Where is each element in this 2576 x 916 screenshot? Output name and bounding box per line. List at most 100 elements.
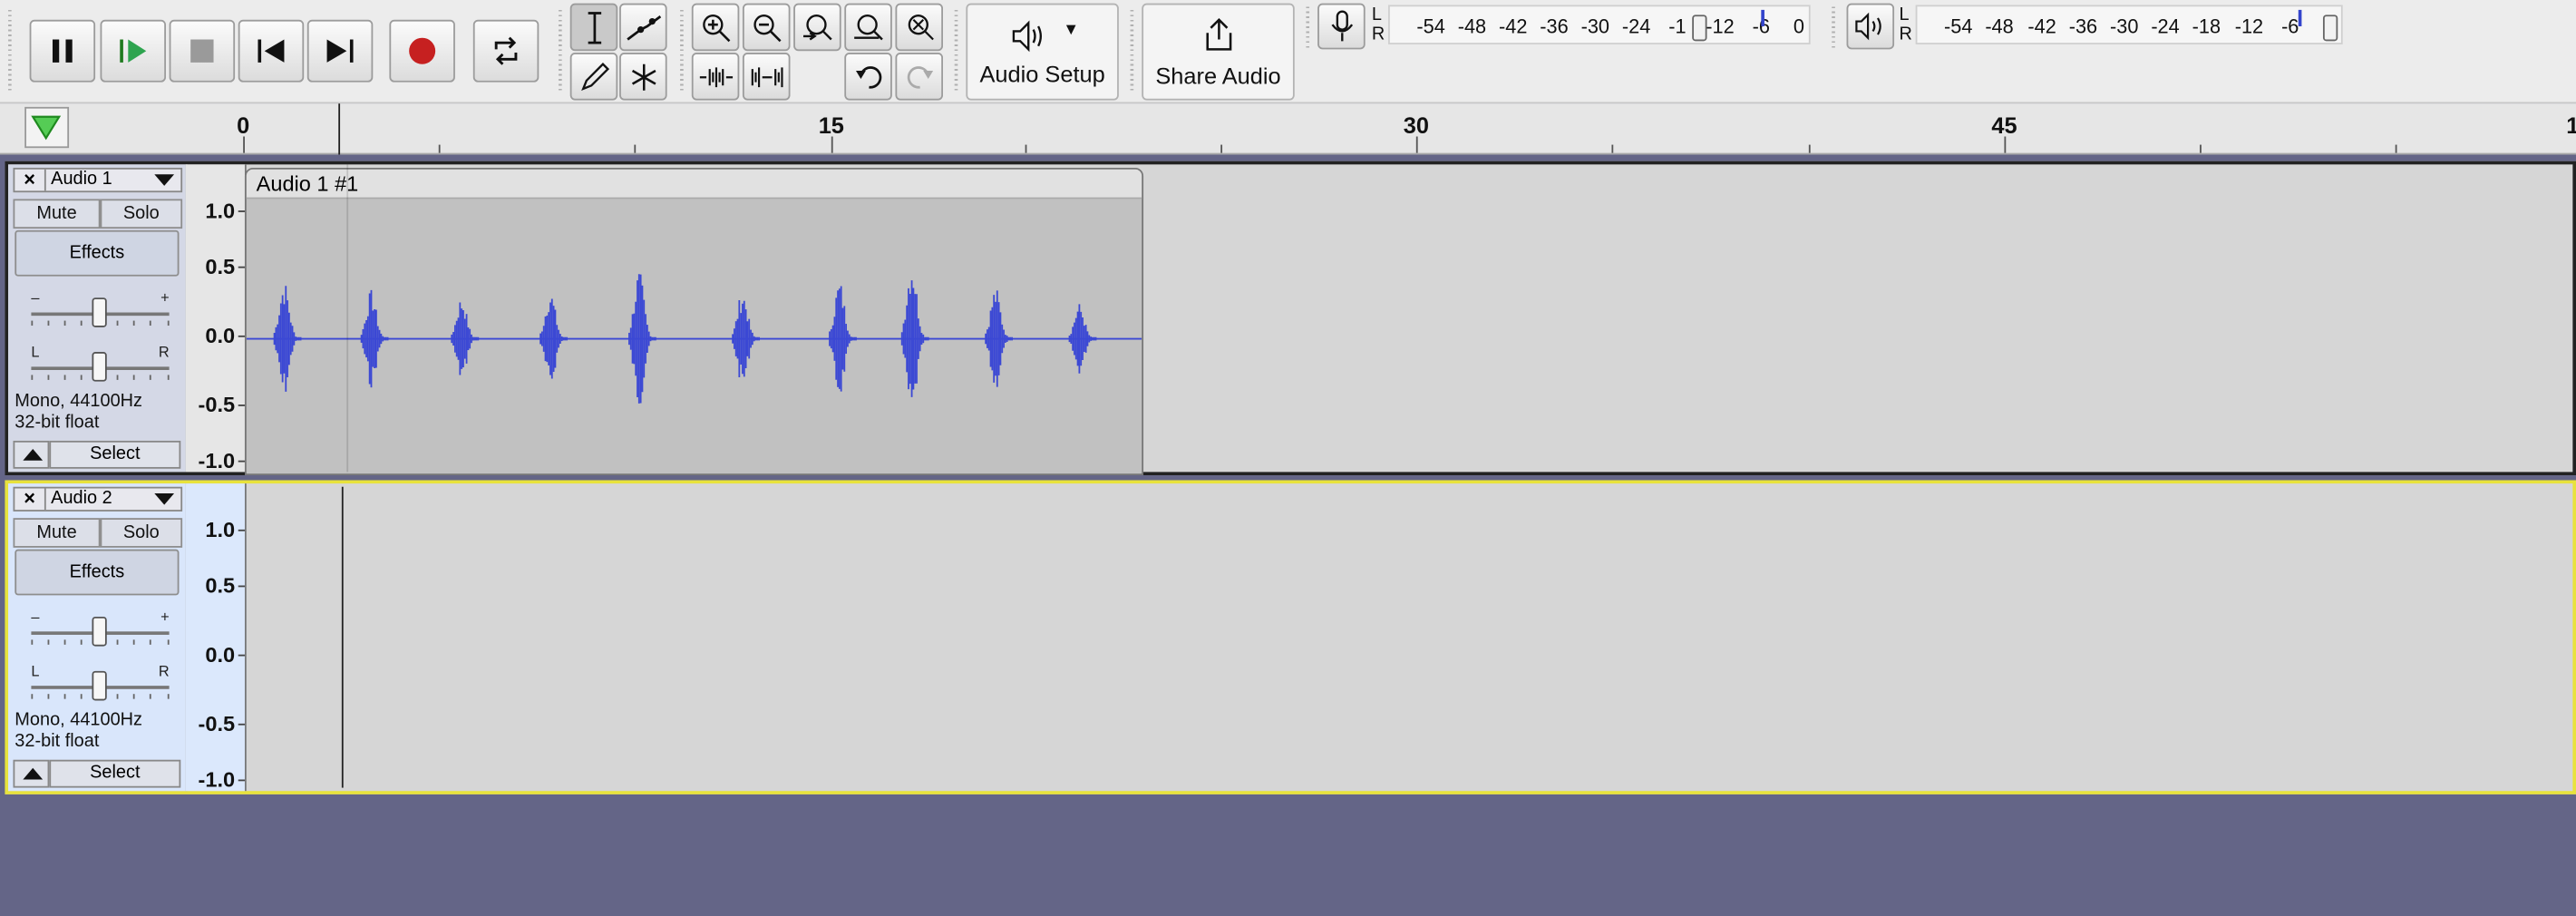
vertical-scale[interactable]: 1.0 0.5 0.0 -0.5 -1.0 xyxy=(185,483,247,792)
stop-button[interactable] xyxy=(169,19,236,83)
redo-button[interactable] xyxy=(895,53,944,101)
fit-project-icon xyxy=(853,14,882,40)
clip-title-bar[interactable]: Audio 1 #1 xyxy=(246,169,1142,200)
meter-tick: -36 xyxy=(1540,15,1569,38)
playback-meter[interactable]: L R -54 -48 -42 -36 -30 -24 -18 -12 -6 0 xyxy=(1900,5,2343,44)
meter-tick: -12 xyxy=(1706,15,1735,38)
fit-selection-button[interactable] xyxy=(793,3,841,52)
skip-end-button[interactable] xyxy=(306,19,374,83)
waveform[interactable] xyxy=(246,200,1142,472)
trim-button[interactable] xyxy=(691,53,740,101)
meter-tick: -18 xyxy=(2192,15,2221,38)
effects-button[interactable]: Effects xyxy=(15,229,180,277)
track-name-bar[interactable]: × Audio 2 xyxy=(13,486,183,512)
play-button[interactable] xyxy=(100,19,166,83)
record-volume-slider[interactable] xyxy=(1692,15,1707,42)
effects-button[interactable]: Effects xyxy=(15,549,180,596)
share-audio-button[interactable]: Share Audio xyxy=(1142,3,1295,101)
meter-right-label: R xyxy=(1371,24,1385,44)
audio-track[interactable]: × Audio 1 Mute Solo Effects – + L R Mono… xyxy=(5,161,2576,476)
timeline-options-button[interactable] xyxy=(24,106,70,149)
toolbar-grip[interactable] xyxy=(1832,6,1835,50)
skip-start-button[interactable] xyxy=(238,19,305,83)
loop-button[interactable] xyxy=(472,19,540,83)
track-menu-chevron-icon[interactable] xyxy=(154,174,175,186)
track-name[interactable]: Audio 1 xyxy=(51,170,112,191)
undo-button[interactable] xyxy=(844,53,892,101)
fit-selection-icon xyxy=(802,14,831,40)
pause-icon xyxy=(52,39,73,63)
close-track-button[interactable]: × xyxy=(15,169,46,191)
track-menu-chevron-icon[interactable] xyxy=(154,492,175,505)
collapse-track-button[interactable] xyxy=(13,759,50,788)
toolbar-grip[interactable] xyxy=(954,9,958,93)
record-meter[interactable]: L R -54 -48 -42 -36 -30 -24 -1 -12 -6 0 xyxy=(1372,5,1811,44)
skip-end-icon xyxy=(326,39,354,63)
track-name[interactable]: Audio 2 xyxy=(51,489,112,511)
ruler-label: 0 xyxy=(237,112,250,139)
waveform-burst xyxy=(628,274,656,404)
record-meter-bar: -54 -48 -42 -36 -30 -24 -1 -12 -6 0 xyxy=(1388,5,1811,44)
silence-button[interactable] xyxy=(742,53,791,101)
gain-slider-thumb[interactable] xyxy=(92,616,107,647)
zoom-toggle-button[interactable] xyxy=(895,3,944,52)
record-meter-button[interactable] xyxy=(1317,3,1366,50)
record-button[interactable] xyxy=(389,19,455,83)
edit-cursor-marker xyxy=(338,103,341,155)
gain-slider-thumb[interactable] xyxy=(92,297,107,327)
timeline-ruler[interactable]: 0 15 30 45 1 xyxy=(0,103,2576,155)
fit-project-button[interactable] xyxy=(844,3,892,52)
vertical-scale[interactable]: 1.0 0.5 0.0 -0.5 -1.0 xyxy=(185,164,247,473)
close-track-button[interactable]: × xyxy=(15,488,46,511)
zoom-in-button[interactable] xyxy=(691,3,740,52)
microphone-icon xyxy=(1330,10,1353,42)
scale-label: -0.5 xyxy=(198,392,236,417)
mute-button[interactable]: Mute xyxy=(13,518,101,548)
draw-tool-button[interactable] xyxy=(569,53,618,101)
meter-tick: -30 xyxy=(1580,15,1610,38)
track-control-panel: × Audio 1 Mute Solo Effects – + L R Mono… xyxy=(8,164,188,473)
pan-slider-thumb[interactable] xyxy=(92,670,107,701)
toolbar-grip[interactable] xyxy=(1130,9,1134,93)
multi-tool-button[interactable] xyxy=(619,53,667,101)
gain-slider[interactable]: – + xyxy=(31,289,170,331)
solo-button[interactable]: Solo xyxy=(100,518,183,548)
mute-button[interactable]: Mute xyxy=(13,199,101,229)
pause-button[interactable] xyxy=(29,19,96,83)
audio-setup-button[interactable]: ▼ Audio Setup xyxy=(966,3,1119,101)
zoom-out-button[interactable] xyxy=(742,3,791,52)
scale-label: 1.0 xyxy=(205,517,236,542)
pan-slider-thumb[interactable] xyxy=(92,352,107,382)
silence-audio-icon xyxy=(750,66,783,87)
i-beam-icon xyxy=(587,11,601,44)
audio-clip[interactable]: Audio 1 #1 xyxy=(244,167,1144,476)
pan-slider[interactable]: L R xyxy=(31,344,170,385)
select-track-button[interactable]: Select xyxy=(49,759,181,788)
scale-label: 0.5 xyxy=(205,572,236,599)
playback-meter-button[interactable] xyxy=(1846,3,1895,50)
record-icon xyxy=(409,37,436,64)
gain-slider[interactable]: – + xyxy=(31,609,170,649)
audio-track-selected[interactable]: × Audio 2 Mute Solo Effects – + L R Mono… xyxy=(5,480,2576,794)
track-name-bar[interactable]: × Audio 1 xyxy=(13,167,183,193)
toolbar-grip[interactable] xyxy=(680,9,684,93)
waveform-burst xyxy=(1068,304,1097,374)
solo-button[interactable]: Solo xyxy=(100,199,183,229)
toolbar-grip[interactable] xyxy=(1306,6,1310,50)
meter-tick: -1 xyxy=(1668,15,1687,38)
envelope-tool-button[interactable] xyxy=(619,3,667,52)
toolbar-grip[interactable] xyxy=(8,9,12,93)
pan-slider[interactable]: L R xyxy=(31,663,170,704)
ruler-tick xyxy=(634,144,637,153)
edit-cursor-line xyxy=(341,486,344,788)
collapse-track-button[interactable] xyxy=(13,440,50,469)
selection-tool-button[interactable] xyxy=(569,3,618,52)
pan-left-label: L xyxy=(31,662,40,679)
select-track-button[interactable]: Select xyxy=(49,440,181,469)
toolbar-grip[interactable] xyxy=(559,9,562,93)
meter-tick: -42 xyxy=(2027,15,2056,38)
playback-volume-slider[interactable] xyxy=(2322,15,2338,42)
waveform-burst xyxy=(360,289,389,388)
gain-minus-label: – xyxy=(31,289,40,307)
meter-tick: -24 xyxy=(2151,15,2180,38)
